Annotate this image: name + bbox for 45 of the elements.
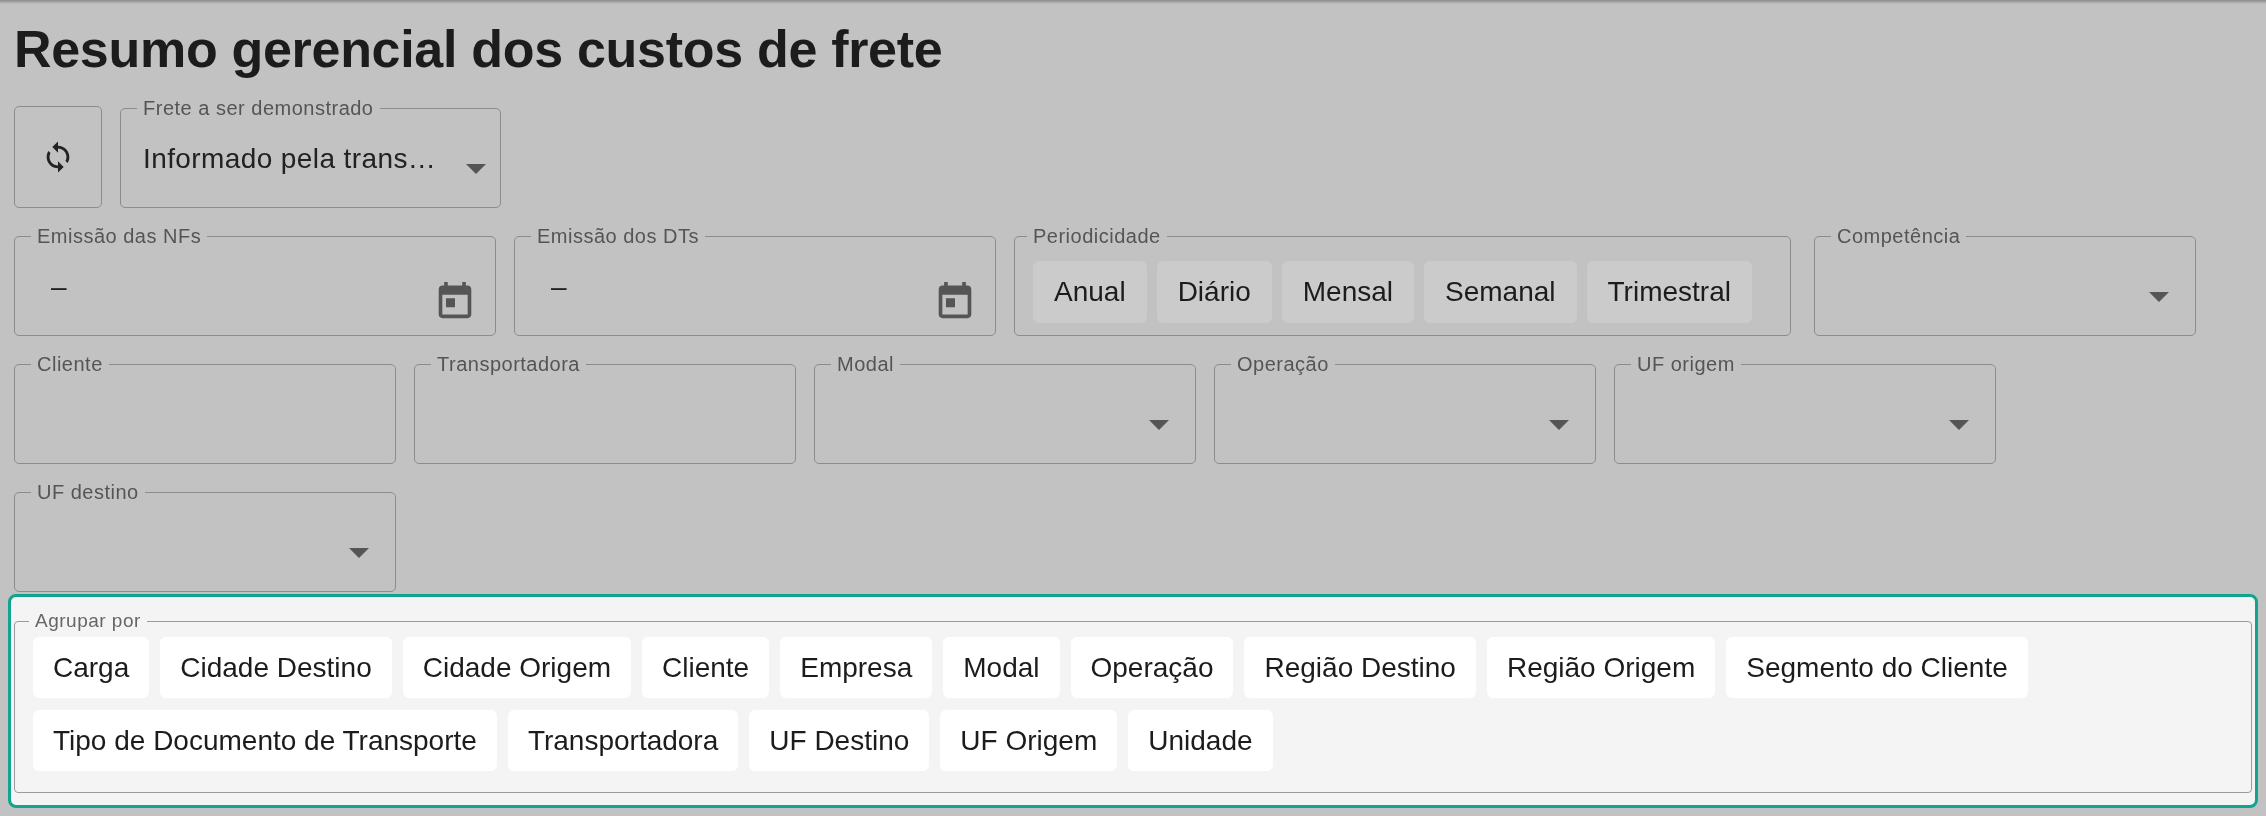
refresh-button[interactable]: [14, 106, 102, 208]
periodicity-toggle[interactable]: Diário: [1156, 260, 1272, 323]
date-value: –: [551, 270, 567, 303]
field-label: Periodicidade: [1032, 224, 1162, 248]
field-label: Agrupar por: [34, 609, 142, 633]
group-by-toggle[interactable]: UF Origem: [940, 710, 1118, 771]
periodicity-toggle[interactable]: Trimestral: [1586, 260, 1752, 323]
group-by-toggle[interactable]: Segmento do Cliente: [1726, 637, 2028, 698]
field-label: UF origem: [1636, 352, 1736, 376]
field-label: Cliente: [36, 352, 104, 376]
field-label: Competência: [1836, 224, 1962, 248]
group-by-toggle[interactable]: Modal: [943, 637, 1060, 698]
calendar-icon: [937, 282, 973, 320]
field-label: UF destino: [36, 480, 140, 504]
periodicity-toggle[interactable]: Anual: [1033, 260, 1147, 323]
group-by-toggle[interactable]: Região Origem: [1486, 637, 1716, 698]
field-label: Emissão das NFs: [36, 224, 203, 248]
caret-icon: [1549, 420, 1569, 430]
group-by-toggle[interactable]: Cidade Origem: [402, 637, 632, 698]
caret-icon: [1949, 420, 1969, 430]
field-label: Transportadora: [436, 352, 581, 376]
group-by-toggle[interactable]: Transportadora: [507, 710, 739, 771]
page-title: Resumo gerencial dos custos de frete: [14, 19, 943, 80]
group-by-toggle[interactable]: Cliente: [642, 637, 770, 698]
field-label: Modal: [836, 352, 895, 376]
group-by-toggle[interactable]: Cidade Destino: [160, 637, 392, 698]
group-by-toggle[interactable]: Região Destino: [1244, 637, 1476, 698]
caret-icon: [349, 548, 369, 558]
select-value: Informado pela trans…: [143, 142, 437, 175]
field-label: Operação: [1236, 352, 1330, 376]
group-by-toggle[interactable]: Operação: [1070, 637, 1234, 698]
caret-icon: [2149, 292, 2169, 302]
calendar-icon: [437, 282, 473, 320]
field-label: Emissão dos DTs: [536, 224, 700, 248]
group-by-toggle[interactable]: Empresa: [780, 637, 933, 698]
caret-icon: [466, 164, 486, 174]
group-by-toggle[interactable]: Unidade: [1128, 710, 1273, 771]
periodicity-toggle[interactable]: Semanal: [1424, 260, 1577, 323]
caret-icon: [1149, 420, 1169, 430]
field-label: Frete a ser demonstrado: [142, 96, 375, 120]
group-by-toggle[interactable]: Tipo de Documento de Transporte: [33, 710, 497, 771]
group-by-toggle[interactable]: UF Destino: [749, 710, 930, 771]
periodicity-toggle[interactable]: Mensal: [1281, 260, 1415, 323]
date-value: –: [51, 270, 67, 303]
group-by-toggle[interactable]: Carga: [33, 637, 150, 698]
